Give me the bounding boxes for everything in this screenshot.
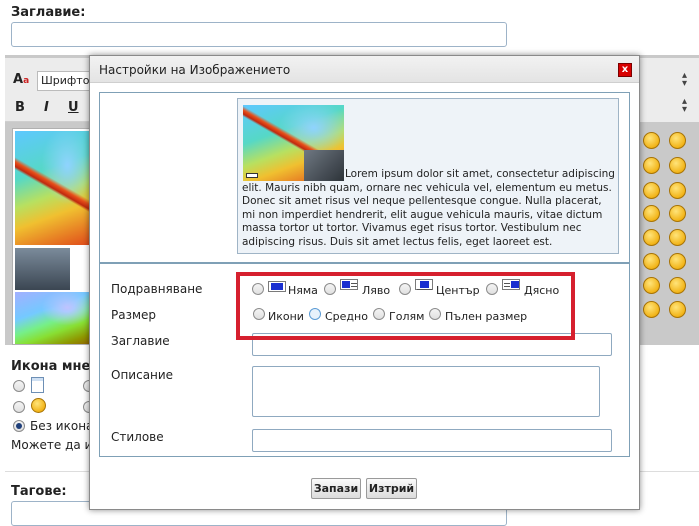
icon-hint: Можете да из [11, 438, 89, 452]
editor-canvas[interactable] [12, 128, 91, 345]
smiley-evil-icon[interactable] [643, 205, 660, 222]
image-title-label: Заглавие [111, 334, 170, 348]
no-icon-label: Без икона [30, 419, 94, 433]
icon-radio-none[interactable] [13, 420, 25, 432]
underline-button[interactable]: U [68, 100, 79, 115]
expand-icon[interactable]: ▴ ▾ [682, 71, 687, 89]
smiley-smile-icon[interactable] [643, 277, 660, 294]
delete-button[interactable]: Изтрий [366, 478, 417, 499]
dialog-title: Настройки на Изображението [99, 63, 291, 77]
icon-section-label: Икона мнен [11, 359, 89, 374]
smiley-cool-icon[interactable] [669, 182, 686, 199]
smiley-mad-icon[interactable] [669, 253, 686, 270]
close-icon[interactable]: x [618, 63, 632, 77]
toolbar-right-strip [640, 58, 699, 122]
dialog-titlebar: Настройки на Изображението x [90, 56, 639, 83]
font-color-icon[interactable]: Aa [13, 72, 29, 87]
smiley-angry-icon[interactable] [643, 132, 660, 149]
editor-image-thermal [15, 292, 90, 344]
smiley-surprised-icon[interactable] [643, 253, 660, 270]
styles-label: Стилове [111, 430, 164, 444]
alignment-label: Подравняване [111, 282, 203, 296]
styles-input[interactable] [252, 429, 612, 452]
image-preview: Lorem ipsum dolor sit amet, consectetur … [237, 98, 619, 254]
smiley-question-icon[interactable] [669, 229, 686, 246]
size-label: Размер [111, 308, 157, 322]
editor-image-photo [15, 248, 70, 290]
bold-button[interactable]: B [15, 100, 25, 115]
tags-label: Тагове: [11, 484, 67, 499]
title-label: Заглавие: [11, 5, 86, 20]
icon-radio-smiley[interactable] [13, 401, 25, 413]
description-label: Описание [111, 368, 174, 382]
icon-radio-document[interactable] [13, 380, 25, 392]
title-input[interactable] [11, 22, 507, 47]
description-textarea[interactable] [252, 366, 600, 417]
save-button[interactable]: Запази [311, 478, 361, 499]
smiley-razz-icon[interactable] [669, 301, 686, 318]
smiley-idea-icon[interactable] [643, 229, 660, 246]
italic-button[interactable]: I [44, 100, 49, 115]
font-select[interactable]: Шрифтове [37, 71, 91, 91]
document-icon [31, 377, 44, 393]
smiley-grin-icon[interactable] [643, 182, 660, 199]
smiley-sad-icon[interactable] [669, 277, 686, 294]
smiley-neutral-icon[interactable] [669, 132, 686, 149]
smiley-frown-icon[interactable] [669, 157, 686, 174]
highlight-annotation [236, 272, 575, 340]
collapse-icon[interactable]: ▴ ▾ [682, 97, 687, 115]
smiley-icon [31, 398, 46, 413]
smiley-wink-icon[interactable] [643, 301, 660, 318]
smiley-exclaim-icon[interactable] [669, 205, 686, 222]
smiley-laugh-icon[interactable] [643, 157, 660, 174]
preview-text: Lorem ipsum dolor sit amet, consectetur … [242, 168, 615, 248]
editor-image-heatmap [15, 131, 90, 245]
